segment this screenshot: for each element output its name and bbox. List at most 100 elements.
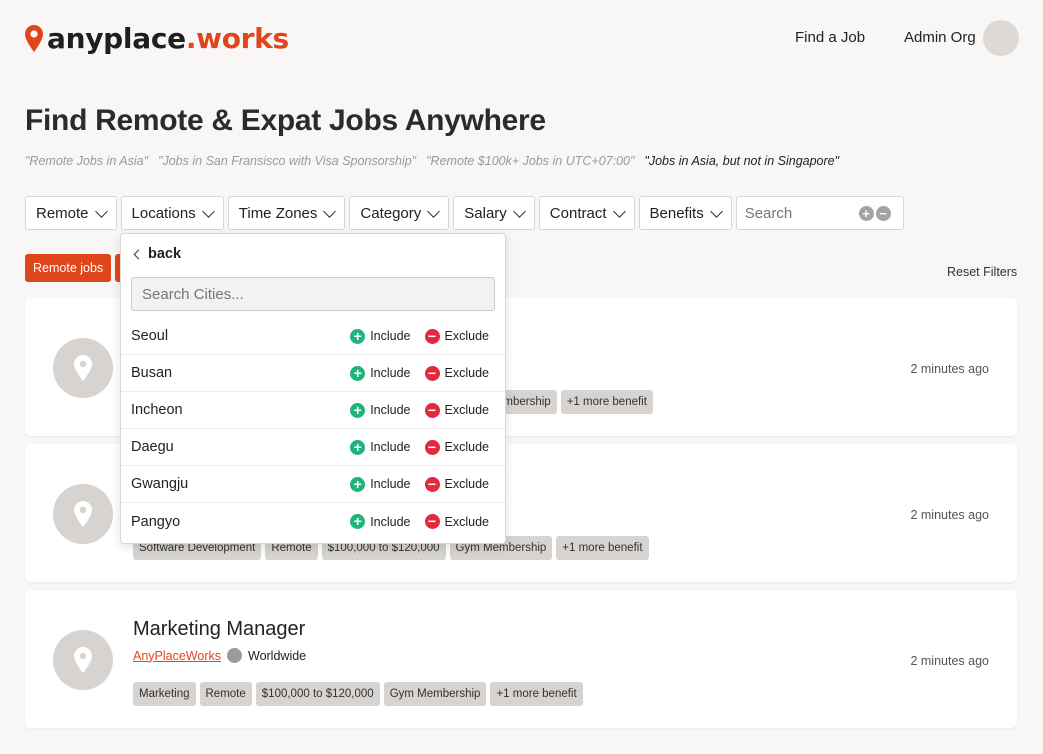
job-posted-time: 2 minutes ago — [910, 508, 989, 522]
example-query[interactable]: "Remote Jobs in Asia" — [25, 154, 148, 168]
avatar[interactable] — [983, 20, 1019, 56]
city-name: Busan — [131, 365, 173, 381]
filter-benefits-button[interactable]: Benefits — [638, 196, 732, 230]
include-button[interactable]: + Include — [350, 328, 411, 344]
list-item: Seoul + Include − Exclude — [121, 318, 505, 355]
include-button[interactable]: + Include — [350, 514, 411, 529]
chevron-down-icon — [427, 204, 441, 218]
job-tags: Marketing Remote $100,000 to $120,000 Gy… — [133, 682, 583, 706]
include-button[interactable]: + Include — [350, 439, 411, 455]
map-pin-icon — [74, 647, 92, 673]
list-item: Pangyo + Include − Exclude — [121, 503, 505, 540]
filter-category-button[interactable]: Category — [349, 196, 450, 230]
page-title: Find Remote & Expat Jobs Anywhere — [25, 104, 546, 137]
exclude-button[interactable]: − Exclude — [424, 328, 489, 344]
filter-contract-button[interactable]: Contract — [538, 196, 635, 230]
plus-circle-icon: + — [350, 328, 366, 344]
list-item: Gwangju + Include − Exclude — [121, 466, 505, 503]
example-query[interactable]: "Jobs in Asia, but not in Singapore" — [644, 154, 839, 168]
minus-circle-icon: − — [424, 365, 440, 381]
city-name: Daegu — [131, 439, 174, 455]
job-meta: AnyPlaceWorks Worldwide — [133, 648, 306, 663]
plus-circle-icon: + — [350, 439, 366, 455]
minus-circle-icon[interactable]: − — [875, 205, 891, 221]
city-list: Seoul + Include − Exclude Busan + Include −… — [121, 318, 505, 540]
filter-locations-button[interactable]: Locations — [120, 196, 224, 230]
example-query[interactable]: "Remote $100k+ Jobs in UTC+07:00" — [426, 154, 634, 168]
company-logo — [53, 484, 113, 544]
nav-find-job[interactable]: Find a Job — [795, 29, 865, 46]
filter-bar: Remote Locations Time Zones Category Sal… — [25, 196, 904, 230]
active-filter-chip[interactable]: Remote jobs — [25, 254, 112, 282]
map-pin-icon — [74, 355, 92, 381]
include-button[interactable]: + Include — [350, 402, 411, 418]
city-name: Incheon — [131, 402, 183, 418]
filter-timezones-button[interactable]: Time Zones — [227, 196, 346, 230]
chevron-down-icon — [612, 204, 626, 218]
job-posted-time: 2 minutes ago — [910, 654, 989, 668]
example-queries: "Remote Jobs in Asia" "Jobs in San Frans… — [25, 154, 839, 168]
include-button[interactable]: + Include — [350, 476, 411, 492]
chevron-down-icon — [323, 204, 337, 218]
job-tag: +1 more benefit — [560, 390, 653, 414]
chevron-down-icon — [512, 204, 526, 218]
chevron-down-icon — [709, 204, 723, 218]
exclude-button[interactable]: − Exclude — [424, 365, 489, 381]
city-name: Gwangju — [131, 476, 189, 492]
nav-admin-org[interactable]: Admin Org — [904, 29, 976, 46]
job-tag: Gym Membership — [383, 682, 487, 706]
filter-salary-button[interactable]: Salary — [453, 196, 535, 230]
company-logo — [53, 338, 113, 398]
map-pin-icon — [25, 25, 43, 52]
list-item: Busan + Include − Exclude — [121, 355, 505, 392]
plus-circle-icon: + — [350, 402, 366, 418]
list-item: Incheon + Include − Exclude — [121, 392, 505, 429]
company-logo — [53, 630, 113, 690]
chevron-left-icon — [133, 249, 144, 259]
site-logo[interactable]: anyplace.works — [25, 22, 289, 55]
filter-remote-button[interactable]: Remote — [25, 196, 117, 230]
plus-circle-icon: + — [350, 476, 366, 492]
include-button[interactable]: + Include — [350, 365, 411, 381]
map-pin-icon — [74, 501, 92, 527]
exclude-button[interactable]: − Exclude — [424, 476, 489, 492]
chevron-down-icon — [94, 204, 108, 218]
search-input[interactable] — [744, 204, 857, 222]
minus-circle-icon: − — [424, 439, 440, 455]
logo-text-main: anyplace — [47, 22, 186, 55]
job-tag: Remote — [199, 682, 252, 706]
job-tag: +1 more benefit — [490, 682, 583, 706]
list-item: Daegu + Include − Exclude — [121, 429, 505, 466]
city-search-input[interactable] — [131, 277, 495, 311]
company-link[interactable]: AnyPlaceWorks — [133, 649, 221, 663]
globe-icon — [227, 648, 242, 663]
job-card[interactable]: Marketing Manager AnyPlaceWorks Worldwid… — [25, 590, 1017, 728]
city-name: Pangyo — [131, 513, 181, 530]
exclude-button[interactable]: − Exclude — [424, 514, 489, 529]
job-tags: embership +1 more benefit — [491, 390, 653, 414]
job-location: Worldwide — [248, 648, 307, 663]
search-box: + − — [735, 196, 904, 230]
job-tag: Marketing — [133, 682, 196, 706]
job-tag: $100,000 to $120,000 — [255, 682, 380, 706]
header: anyplace.works Find a Job Admin Org — [0, 0, 1043, 76]
example-query[interactable]: "Jobs in San Fransisco with Visa Sponsor… — [158, 154, 416, 168]
job-tag: +1 more benefit — [556, 536, 649, 560]
minus-circle-icon: − — [424, 402, 440, 418]
exclude-button[interactable]: − Exclude — [424, 402, 489, 418]
locations-dropdown: back Seoul +Include −Exclude Busan +Incl… — [120, 233, 506, 544]
chevron-down-icon — [201, 204, 215, 218]
city-name: Seoul — [131, 328, 169, 344]
job-title[interactable]: Marketing Manager — [133, 618, 305, 641]
logo-text-accent: .works — [185, 22, 289, 55]
exclude-button[interactable]: − Exclude — [424, 439, 489, 455]
minus-circle-icon: − — [424, 514, 440, 529]
plus-circle-icon[interactable]: + — [858, 205, 874, 221]
plus-circle-icon: + — [350, 365, 366, 381]
plus-circle-icon: + — [350, 514, 366, 529]
minus-circle-icon: − — [424, 328, 440, 344]
reset-filters-link[interactable]: Reset Filters — [947, 265, 1017, 279]
minus-circle-icon: − — [424, 476, 440, 492]
back-button[interactable]: back — [133, 246, 181, 262]
job-posted-time: 2 minutes ago — [910, 362, 989, 376]
